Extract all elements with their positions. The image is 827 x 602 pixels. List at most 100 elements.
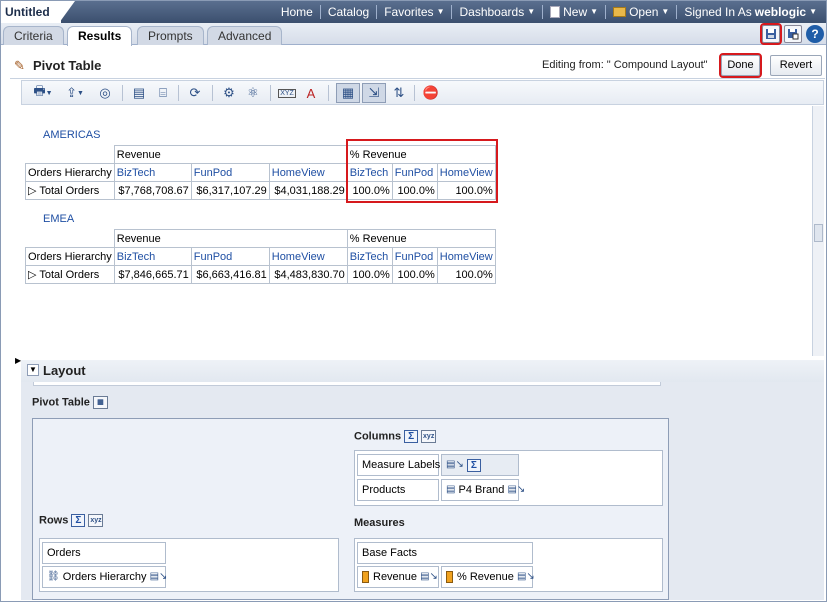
orders-folder: Orders bbox=[42, 542, 166, 564]
table-view-icon[interactable]: ▦ bbox=[336, 83, 360, 103]
nav-signed-in[interactable]: Signed In As weblogic ▼ bbox=[677, 5, 824, 19]
columns-drop-zone[interactable]: Measure Labels ▤↘ Σ Products ▤ P4 Brand … bbox=[354, 450, 663, 506]
app-title: Untitled bbox=[1, 1, 61, 23]
pct-revenue-measure-item[interactable]: % Revenue ▤↘ bbox=[441, 566, 535, 588]
collapse-handle-icon[interactable]: ▶ bbox=[15, 356, 21, 378]
chevron-down-icon[interactable]: ▼ bbox=[27, 364, 39, 376]
layout-section-header[interactable]: ▼ Layout bbox=[21, 360, 824, 382]
scrollbar-grip[interactable] bbox=[814, 224, 823, 242]
layout-drop-frame: Columns Σ xyz Measure Labels ▤↘ Σ Produc… bbox=[32, 418, 669, 600]
title-wedge bbox=[59, 1, 75, 23]
expand-arrow-icon[interactable]: ▷ bbox=[28, 185, 36, 197]
nav-dashboards[interactable]: Dashboards ▼ bbox=[452, 5, 544, 19]
refresh-icon[interactable]: ⟳ bbox=[186, 84, 204, 102]
layout-top-edge bbox=[33, 382, 661, 386]
nav-open[interactable]: Open ▼ bbox=[606, 5, 678, 19]
measures-drop-zone[interactable]: Base Facts Revenue ▤↘ % Revenue ▤↘ bbox=[354, 538, 663, 592]
nav-home[interactable]: Home bbox=[274, 5, 321, 19]
drag-drop-icon[interactable]: ⇲ bbox=[362, 83, 386, 103]
p4-brand-item[interactable]: ▤ P4 Brand ▤↘ bbox=[441, 479, 525, 501]
save-icon[interactable] bbox=[760, 23, 782, 45]
rows-label-text: Rows bbox=[39, 514, 69, 527]
value-cell: 100.0% bbox=[391, 265, 438, 284]
signed-in-as-label: Signed In As bbox=[684, 5, 752, 19]
new-document-icon bbox=[550, 6, 561, 18]
nav-dashboards-label: Dashboards bbox=[459, 5, 525, 19]
sigma-icon[interactable]: Σ bbox=[71, 514, 86, 527]
brand-header[interactable]: FunPod bbox=[190, 247, 270, 266]
revenue-measure-item[interactable]: Revenue ▤↘ bbox=[357, 566, 439, 588]
preview-scrollbar[interactable] bbox=[812, 106, 824, 356]
layout-title: Layout bbox=[43, 363, 86, 378]
measure-icon bbox=[446, 571, 453, 584]
toolbar-separator bbox=[178, 85, 179, 101]
value-cell: $7,846,665.71 bbox=[113, 265, 192, 284]
xyz-format-icon[interactable]: xyz bbox=[421, 430, 437, 443]
done-button[interactable]: Done bbox=[719, 53, 762, 78]
tab-results[interactable]: Results bbox=[67, 26, 133, 46]
brand-header[interactable]: BizTech bbox=[113, 247, 192, 266]
brand-header[interactable]: HomeView bbox=[268, 247, 348, 266]
save-as-icon[interactable] bbox=[784, 25, 802, 43]
nav-new[interactable]: New ▼ bbox=[543, 5, 607, 19]
nav-catalog[interactable]: Catalog bbox=[321, 5, 378, 19]
export-icon[interactable]: ⇪ ▼ bbox=[62, 84, 88, 102]
sigma-icon[interactable]: Σ bbox=[466, 458, 481, 472]
properties-icon[interactable]: ▤↘ bbox=[507, 480, 525, 500]
sort-icon[interactable]: ⇅ bbox=[390, 84, 408, 102]
columns-label: Columns Σ xyz bbox=[354, 430, 437, 443]
format-xyz-icon[interactable]: XYZ bbox=[278, 84, 296, 102]
brand-header[interactable]: FunPod bbox=[190, 163, 270, 182]
tab-prompts[interactable]: Prompts bbox=[137, 26, 204, 45]
column-header-revenue: Revenue bbox=[113, 229, 348, 248]
edit-properties-icon[interactable]: ⌸ bbox=[154, 84, 172, 102]
value-cell: $6,663,416.81 bbox=[190, 265, 270, 284]
measure-labels-controls[interactable]: ▤↘ Σ bbox=[441, 454, 519, 476]
toolbar-separator bbox=[122, 85, 123, 101]
remove-all-icon[interactable]: ⛔ bbox=[422, 84, 440, 102]
measures-label: Measures bbox=[354, 517, 405, 529]
total-orders-label: Total Orders bbox=[39, 269, 100, 281]
pencil-icon: ✎ bbox=[14, 58, 25, 73]
brand-header[interactable]: FunPod bbox=[391, 247, 438, 266]
toolbar-separator bbox=[270, 85, 271, 101]
rows-drop-zone[interactable]: Orders ⛓ Orders Hierarchy ▤↘ bbox=[39, 538, 339, 592]
nav-catalog-label: Catalog bbox=[327, 5, 370, 19]
measure-labels-item[interactable]: Measure Labels bbox=[357, 454, 440, 476]
new-calculated-item-icon[interactable]: ⚙ bbox=[220, 84, 238, 102]
abc-format-icon[interactable]: A bbox=[302, 84, 320, 102]
tab-criteria[interactable]: Criteria bbox=[3, 26, 64, 45]
orders-hierarchy-label: Orders Hierarchy bbox=[62, 571, 147, 583]
print-icon[interactable]: 🖶 ▼ bbox=[30, 83, 56, 102]
nav-favorites[interactable]: Favorites ▼ bbox=[377, 5, 453, 19]
brand-header[interactable]: HomeView bbox=[436, 247, 496, 266]
brand-header[interactable]: BizTech bbox=[346, 247, 393, 266]
rows-label: Rows Σ xyz bbox=[39, 514, 104, 527]
editor-tab-bar: Criteria Results Prompts Advanced ? bbox=[1, 23, 826, 46]
print-preview-icon[interactable]: ◎ bbox=[96, 84, 114, 102]
properties-icon[interactable]: ▤↘ bbox=[446, 455, 464, 475]
pivot-table-properties-icon[interactable]: ▦ bbox=[92, 396, 108, 409]
empty-cell bbox=[26, 230, 115, 248]
sigma-icon[interactable]: Σ bbox=[404, 430, 419, 443]
orders-hierarchy-item[interactable]: ⛓ Orders Hierarchy ▤↘ bbox=[42, 566, 168, 588]
revert-button[interactable]: Revert bbox=[770, 55, 822, 76]
help-icon[interactable]: ? bbox=[806, 25, 824, 43]
properties-icon[interactable]: ▤↘ bbox=[150, 567, 168, 587]
tab-advanced[interactable]: Advanced bbox=[207, 26, 283, 45]
nav-open-label: Open bbox=[629, 5, 659, 19]
expand-arrow-icon[interactable]: ▷ bbox=[28, 269, 36, 281]
xyz-format-icon[interactable]: xyz bbox=[88, 514, 104, 527]
brand-header[interactable]: BizTech bbox=[113, 163, 192, 182]
properties-icon[interactable]: ▤↘ bbox=[517, 567, 535, 587]
view-properties-icon[interactable]: ▤ bbox=[130, 84, 148, 102]
highlight-rectangle bbox=[346, 139, 498, 203]
p4-brand-label: P4 Brand bbox=[458, 484, 505, 496]
global-nav: Home Catalog Favorites ▼ Dashboards ▼ New ▼… bbox=[274, 1, 824, 23]
total-orders-row-header[interactable]: ▷ Total Orders bbox=[25, 181, 115, 200]
brand-header[interactable]: HomeView bbox=[268, 163, 348, 182]
chevron-down-icon: ▼ bbox=[809, 7, 817, 16]
properties-icon[interactable]: ▤↘ bbox=[420, 567, 438, 587]
total-orders-row-header[interactable]: ▷ Total Orders bbox=[25, 265, 115, 284]
new-group-icon[interactable]: ⚛ bbox=[244, 84, 262, 102]
